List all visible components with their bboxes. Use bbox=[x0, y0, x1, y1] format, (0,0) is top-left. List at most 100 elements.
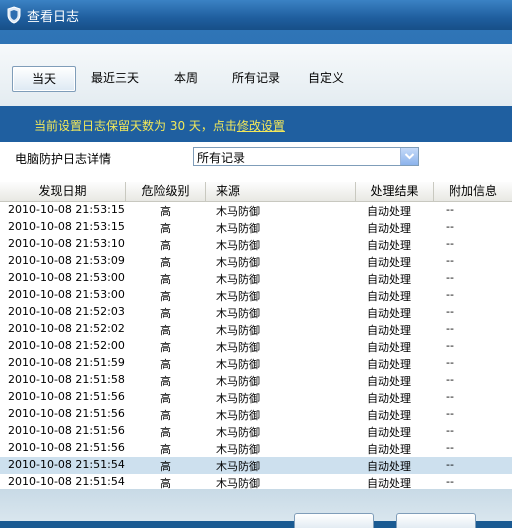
cell-result: 自动处理 bbox=[367, 239, 411, 252]
cell-extra-info: -- bbox=[446, 254, 454, 267]
cell-source: 木马防御 bbox=[216, 239, 260, 252]
filter-bar: 电脑防护日志详情 所有记录 bbox=[0, 142, 512, 182]
table-row[interactable]: 2010-10-08 21:53:09 高 木马防御 自动处理 -- bbox=[0, 253, 512, 270]
cell-date: 2010-10-08 21:53:10 bbox=[8, 237, 125, 250]
cell-risk-level: 高 bbox=[160, 256, 171, 269]
table-row[interactable]: 2010-10-08 21:51:59 高 木马防御 自动处理 -- bbox=[0, 355, 512, 372]
tab-this-week[interactable]: 本周 bbox=[158, 66, 214, 90]
table-row[interactable]: 2010-10-08 21:53:15 高 木马防御 自动处理 -- bbox=[0, 219, 512, 236]
column-header-extra-info[interactable]: 附加信息 bbox=[434, 182, 512, 201]
cell-risk-level: 高 bbox=[160, 426, 171, 439]
cell-extra-info: -- bbox=[446, 441, 454, 454]
cell-date: 2010-10-08 21:52:00 bbox=[8, 339, 125, 352]
cell-result: 自动处理 bbox=[367, 222, 411, 235]
cell-risk-level: 高 bbox=[160, 443, 171, 456]
tab-today[interactable]: 当天 bbox=[12, 66, 76, 92]
table-row[interactable]: 2010-10-08 21:51:56 高 木马防御 自动处理 -- bbox=[0, 423, 512, 440]
cell-result: 自动处理 bbox=[367, 290, 411, 303]
table-row[interactable]: 2010-10-08 21:51:54 高 木马防御 自动处理 -- bbox=[0, 474, 512, 489]
cell-risk-level: 高 bbox=[160, 239, 171, 252]
column-header-risk-level[interactable]: 危险级别 bbox=[126, 182, 206, 201]
cell-extra-info: -- bbox=[446, 390, 454, 403]
cell-risk-level: 高 bbox=[160, 358, 171, 371]
cell-result: 自动处理 bbox=[367, 358, 411, 371]
cell-source: 木马防御 bbox=[216, 222, 260, 235]
cell-date: 2010-10-08 21:53:15 bbox=[8, 203, 125, 216]
column-header-date[interactable]: 发现日期 bbox=[0, 182, 126, 201]
cell-source: 木马防御 bbox=[216, 477, 260, 489]
tab-all-records[interactable]: 所有记录 bbox=[225, 66, 287, 90]
cell-date: 2010-10-08 21:51:59 bbox=[8, 356, 125, 369]
table-row[interactable]: 2010-10-08 21:52:03 高 木马防御 自动处理 -- bbox=[0, 304, 512, 321]
cell-extra-info: -- bbox=[446, 220, 454, 233]
cell-source: 木马防御 bbox=[216, 205, 260, 218]
cell-extra-info: -- bbox=[446, 407, 454, 420]
cell-date: 2010-10-08 21:51:54 bbox=[8, 475, 125, 488]
dropdown-button[interactable] bbox=[400, 148, 418, 165]
cell-risk-level: 高 bbox=[160, 460, 171, 473]
record-filter-select[interactable]: 所有记录 bbox=[193, 147, 419, 166]
cell-date: 2010-10-08 21:51:56 bbox=[8, 407, 125, 420]
cell-source: 木马防御 bbox=[216, 358, 260, 371]
cell-date: 2010-10-08 21:52:03 bbox=[8, 305, 125, 318]
table-row[interactable]: 2010-10-08 21:51:56 高 木马防御 自动处理 -- bbox=[0, 389, 512, 406]
cell-risk-level: 高 bbox=[160, 409, 171, 422]
table-row[interactable]: 2010-10-08 21:52:02 高 木马防御 自动处理 -- bbox=[0, 321, 512, 338]
table-row[interactable]: 2010-10-08 21:51:54 高 木马防御 自动处理 -- bbox=[0, 457, 512, 474]
cell-result: 自动处理 bbox=[367, 426, 411, 439]
table-row[interactable]: 2010-10-08 21:53:00 高 木马防御 自动处理 -- bbox=[0, 287, 512, 304]
table-row[interactable]: 2010-10-08 21:53:00 高 木马防御 自动处理 -- bbox=[0, 270, 512, 287]
table-row[interactable]: 2010-10-08 21:52:00 高 木马防御 自动处理 -- bbox=[0, 338, 512, 355]
cell-extra-info: -- bbox=[446, 475, 454, 488]
column-header-result[interactable]: 处理结果 bbox=[356, 182, 434, 201]
tab-last-three-days[interactable]: 最近三天 bbox=[84, 66, 146, 90]
window-title: 查看日志 bbox=[27, 10, 80, 25]
table-row[interactable]: 2010-10-08 21:51:56 高 木马防御 自动处理 -- bbox=[0, 406, 512, 423]
cell-result: 自动处理 bbox=[367, 256, 411, 269]
table-row[interactable]: 2010-10-08 21:51:58 高 木马防御 自动处理 -- bbox=[0, 372, 512, 389]
shield-icon bbox=[7, 6, 21, 24]
tab-custom[interactable]: 自定义 bbox=[298, 66, 354, 90]
cell-risk-level: 高 bbox=[160, 273, 171, 286]
cell-source: 木马防御 bbox=[216, 375, 260, 388]
cell-result: 自动处理 bbox=[367, 477, 411, 489]
cell-extra-info: -- bbox=[446, 424, 454, 437]
cell-extra-info: -- bbox=[446, 356, 454, 369]
cell-extra-info: -- bbox=[446, 305, 454, 318]
bottom-bar bbox=[0, 489, 512, 528]
cell-result: 自动处理 bbox=[367, 341, 411, 354]
cell-source: 木马防御 bbox=[216, 324, 260, 337]
cell-extra-info: -- bbox=[446, 203, 454, 216]
cell-result: 自动处理 bbox=[367, 460, 411, 473]
cell-date: 2010-10-08 21:53:09 bbox=[8, 254, 125, 267]
log-table: 发现日期 危险级别 来源 处理结果 附加信息 2010-10-08 21:53:… bbox=[0, 182, 512, 489]
cell-risk-level: 高 bbox=[160, 290, 171, 303]
table-row[interactable]: 2010-10-08 21:51:56 高 木马防御 自动处理 -- bbox=[0, 440, 512, 457]
cell-result: 自动处理 bbox=[367, 443, 411, 456]
cell-source: 木马防御 bbox=[216, 460, 260, 473]
cell-extra-info: -- bbox=[446, 288, 454, 301]
cell-date: 2010-10-08 21:51:54 bbox=[8, 458, 125, 471]
cell-date: 2010-10-08 21:53:00 bbox=[8, 271, 125, 284]
cell-result: 自动处理 bbox=[367, 409, 411, 422]
cell-date: 2010-10-08 21:52:02 bbox=[8, 322, 125, 335]
cell-result: 自动处理 bbox=[367, 375, 411, 388]
cell-extra-info: -- bbox=[446, 339, 454, 352]
cell-source: 木马防御 bbox=[216, 307, 260, 320]
cell-risk-level: 高 bbox=[160, 222, 171, 235]
table-row[interactable]: 2010-10-08 21:53:15 高 木马防御 自动处理 -- bbox=[0, 202, 512, 219]
cell-source: 木马防御 bbox=[216, 426, 260, 439]
cell-date: 2010-10-08 21:51:56 bbox=[8, 441, 125, 454]
column-header-source[interactable]: 来源 bbox=[206, 182, 356, 201]
cell-risk-level: 高 bbox=[160, 341, 171, 354]
modify-settings-link[interactable]: 修改设置 bbox=[237, 119, 285, 133]
select-value: 所有记录 bbox=[197, 151, 246, 165]
cell-source: 木马防御 bbox=[216, 273, 260, 286]
cell-source: 木马防御 bbox=[216, 443, 260, 456]
chevron-down-icon bbox=[404, 153, 415, 160]
table-row[interactable]: 2010-10-08 21:53:10 高 木马防御 自动处理 -- bbox=[0, 236, 512, 253]
cell-result: 自动处理 bbox=[367, 205, 411, 218]
cell-extra-info: -- bbox=[446, 322, 454, 335]
cell-date: 2010-10-08 21:51:56 bbox=[8, 424, 125, 437]
cell-date: 2010-10-08 21:51:58 bbox=[8, 373, 125, 386]
